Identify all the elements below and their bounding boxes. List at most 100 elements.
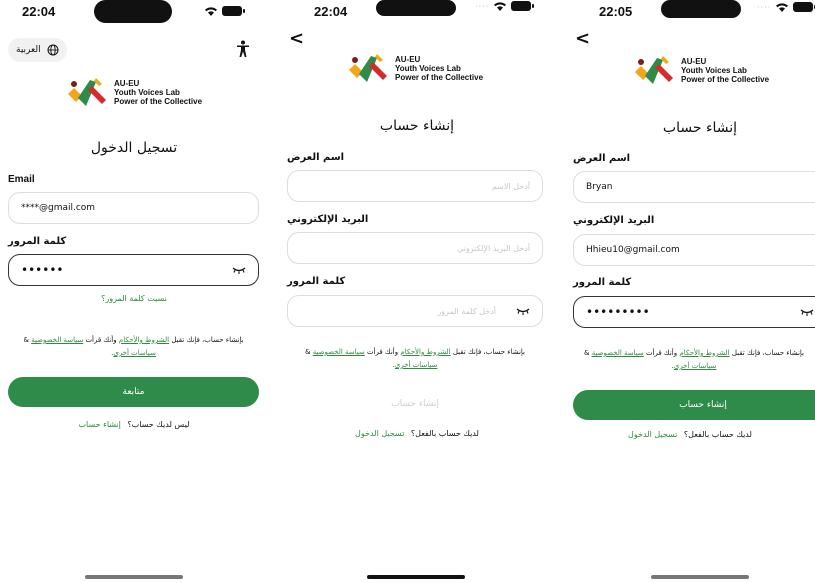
status-time: 22:05 [599, 4, 633, 19]
logo-mark-icon [635, 56, 673, 84]
create-account-button[interactable]: إنشاء حساب [573, 390, 815, 420]
eye-closed-icon[interactable] [516, 306, 530, 316]
terms-text-mid: وأنك قرأت [645, 349, 678, 357]
email-label: Email [8, 174, 35, 185]
logo-line-3: Power of the Collective [395, 72, 484, 82]
terms-text-mid: وأنك قرأت [85, 336, 117, 344]
privacy-policy-link[interactable]: سياسة الخصوصية [313, 348, 365, 356]
password-value: ••••••••• [586, 305, 650, 319]
language-label: العربية [16, 45, 41, 55]
dynamic-island [661, 0, 741, 18]
status-time: 22:04 [314, 4, 348, 19]
terms-text: بإنشاء حساب، فإنك تقبل الشروط والأحكام و… [573, 347, 815, 373]
continue-button[interactable]: متابعة [8, 377, 259, 407]
name-label: اسم العرض [287, 152, 345, 163]
terms-text-mid: وأنك قرأت [366, 348, 399, 356]
dynamic-island [376, 0, 456, 16]
accessibility-icon[interactable] [236, 40, 250, 58]
terms-amp: & [23, 336, 29, 344]
signal-icon: ···· [475, 1, 490, 11]
terms-amp: & [304, 348, 311, 356]
privacy-policy-link[interactable]: سياسة الخصوصية [592, 349, 644, 357]
wifi-icon [776, 3, 789, 12]
privacy-policy-link[interactable]: سياسة الخصوصية [31, 336, 83, 344]
email-placeholder: أدخل البريد الإلكتروني [456, 243, 530, 253]
terms-conditions-link[interactable]: الشروط والأحكام [400, 348, 450, 356]
email-input[interactable]: ****@gmail.com [8, 192, 259, 224]
name-label: اسم العرض [573, 153, 631, 164]
home-indicator [367, 575, 465, 579]
login-link[interactable]: تسجيل الدخول [628, 430, 677, 439]
email-value: ****@gmail.com [21, 203, 96, 213]
password-label: كلمة المرور [287, 276, 346, 287]
logo-line-2: Youth Voices Lab [114, 87, 180, 97]
password-input[interactable]: •••••• [8, 254, 259, 286]
name-input[interactable]: أدخل الاسم [287, 170, 543, 202]
login-row: لديك حساب بالفعل؟ تسجيل الدخول [565, 430, 815, 439]
back-chevron-icon[interactable]: < [575, 28, 590, 49]
email-value: Hhieu10@gmail.com [586, 245, 680, 255]
dynamic-island [94, 0, 172, 23]
create-account-button[interactable]: إنشاء حساب [287, 389, 543, 419]
other-policies-link[interactable]: سياسات أخرى [395, 361, 438, 369]
email-label: البريد الإلكتروني [287, 214, 369, 225]
logo-text: AU-EU Youth Voices Lab Power of the Coll… [681, 57, 769, 84]
logo-line-1: AU-EU [395, 54, 421, 64]
password-label: كلمة المرور [8, 236, 67, 247]
battery-icon [793, 2, 815, 12]
terms-text: بإنشاء حساب، فإنك تقبل الشروط والأحكام و… [287, 346, 543, 372]
logo-text: AU-EU Youth Voices Lab Power of the Coll… [395, 55, 483, 82]
signup-empty-screen: 22:04 ···· < AU-EU Youth Voices Lab Powe… [279, 0, 555, 583]
logo-mark-icon [349, 54, 387, 82]
signup-row: ليس لديك حساب؟ إنشاء حساب [0, 420, 268, 429]
login-question: لديك حساب بالفعل؟ [410, 429, 479, 438]
signup-filled-screen: 22:05 ···· < AU-EU Youth Voices Lab Powe… [565, 0, 815, 583]
signup-link[interactable]: إنشاء حساب [79, 420, 121, 429]
home-indicator [651, 575, 749, 579]
home-indicator [85, 575, 183, 579]
password-input[interactable]: ••••••••• [573, 296, 815, 328]
email-label: البريد الإلكتروني [573, 215, 655, 226]
logo-line-2: Youth Voices Lab [395, 63, 461, 73]
login-question: لديك حساب بالفعل؟ [683, 430, 752, 439]
login-link[interactable]: تسجيل الدخول [355, 429, 404, 438]
logo-mark-icon [68, 78, 106, 106]
language-switch[interactable]: العربية [8, 38, 67, 62]
terms-conditions-link[interactable]: الشروط والأحكام [679, 349, 729, 357]
back-chevron-icon[interactable]: < [289, 28, 304, 49]
terms-text-prefix: بإنشاء حساب، فإنك تقبل [731, 349, 805, 357]
eye-closed-icon[interactable] [800, 307, 814, 317]
password-input[interactable]: أدخل كلمة المرور [287, 295, 543, 327]
password-placeholder: أدخل كلمة المرور [437, 306, 496, 316]
login-screen: 22:04 العربية AU-EU Youth Voices Lab Pow… [0, 0, 268, 583]
logo-line-1: AU-EU [681, 56, 707, 66]
name-input[interactable]: Bryan [573, 171, 815, 203]
login-row: لديك حساب بالفعل؟ تسجيل الدخول [279, 429, 555, 438]
status-icons [204, 6, 245, 16]
status-icons: ···· [757, 2, 815, 12]
status-icons: ···· [475, 1, 535, 11]
terms-text-prefix: بإنشاء حساب، فإنك تقبل [171, 336, 244, 344]
app-logo: AU-EU Youth Voices Lab Power of the Coll… [347, 52, 483, 84]
battery-icon [511, 1, 535, 11]
wifi-icon [494, 2, 507, 11]
other-policies-link[interactable]: سياسات أخرى [674, 362, 717, 370]
page-title: إنشاء حساب [379, 118, 455, 134]
email-input[interactable]: أدخل البريد الإلكتروني [287, 232, 543, 264]
other-policies-link[interactable]: سياسات أخرى [113, 349, 156, 357]
password-value: •••••• [21, 263, 64, 277]
logo-line-3: Power of the Collective [681, 74, 770, 84]
forgot-password-link[interactable]: نسيت كلمة المرور؟ [0, 294, 268, 303]
eye-closed-icon[interactable] [232, 265, 246, 275]
terms-text: بإنشاء حساب، فإنك تقبل الشروط والأحكام و… [8, 334, 259, 360]
name-placeholder: أدخل الاسم [491, 181, 530, 191]
terms-amp: & [583, 349, 590, 357]
wifi-icon [205, 7, 217, 16]
email-input[interactable]: Hhieu10@gmail.com [573, 234, 815, 266]
signup-question: ليس لديك حساب؟ [127, 420, 190, 429]
globe-icon [47, 44, 59, 56]
name-value: Bryan [586, 182, 613, 192]
status-time: 22:04 [22, 4, 56, 19]
battery-icon [222, 6, 245, 16]
terms-conditions-link[interactable]: الشروط والأحكام [119, 336, 169, 344]
